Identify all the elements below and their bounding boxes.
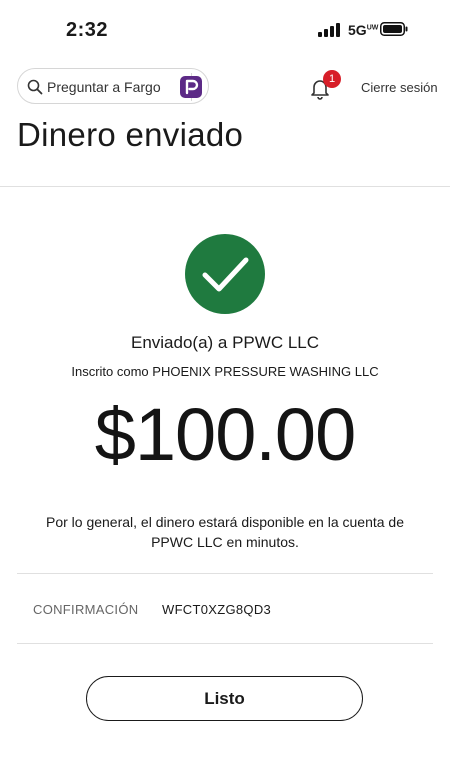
status-time: 2:32 (66, 19, 109, 41)
header-divider (0, 186, 450, 187)
notification-badge: 1 (323, 70, 341, 88)
availability-line-2: PPWC LLC en minutos. (151, 534, 299, 550)
check-circle-icon (185, 234, 265, 314)
signal-icon (318, 23, 340, 37)
done-button[interactable]: Listo (86, 676, 363, 721)
battery-icon (380, 22, 408, 36)
availability-line-1: Por lo general, el dinero estará disponi… (45, 514, 405, 530)
availability-note: Por lo general, el dinero estará disponi… (20, 512, 430, 552)
network-type: 5G (348, 22, 367, 38)
enrolled-as-text: Inscrito como PHOENIX PRESSURE WASHING L… (71, 364, 379, 379)
network-indicator: 5GUW (348, 22, 378, 38)
sign-out-link[interactable]: Cierre sesión (361, 80, 438, 95)
network-suffix: UW (366, 24, 379, 32)
amount-sent: $100.00 (94, 393, 357, 476)
ask-fargo-label: Preguntar a Fargo (47, 79, 161, 95)
confirmation-label: CONFIRMACIÓN (33, 602, 139, 617)
confirmation-number: WFCT0XZG8QD3 (162, 602, 272, 617)
divider (17, 643, 433, 644)
page-title: Dinero enviado (17, 116, 244, 153)
fargo-icon[interactable] (180, 76, 202, 98)
divider (17, 573, 433, 574)
ask-fargo-search[interactable]: Preguntar a Fargo (17, 68, 209, 104)
status-bar: 2:32 5GUW (0, 0, 450, 60)
search-icon (27, 79, 43, 95)
recipient-text: Enviado(a) a PPWC LLC (130, 333, 320, 352)
